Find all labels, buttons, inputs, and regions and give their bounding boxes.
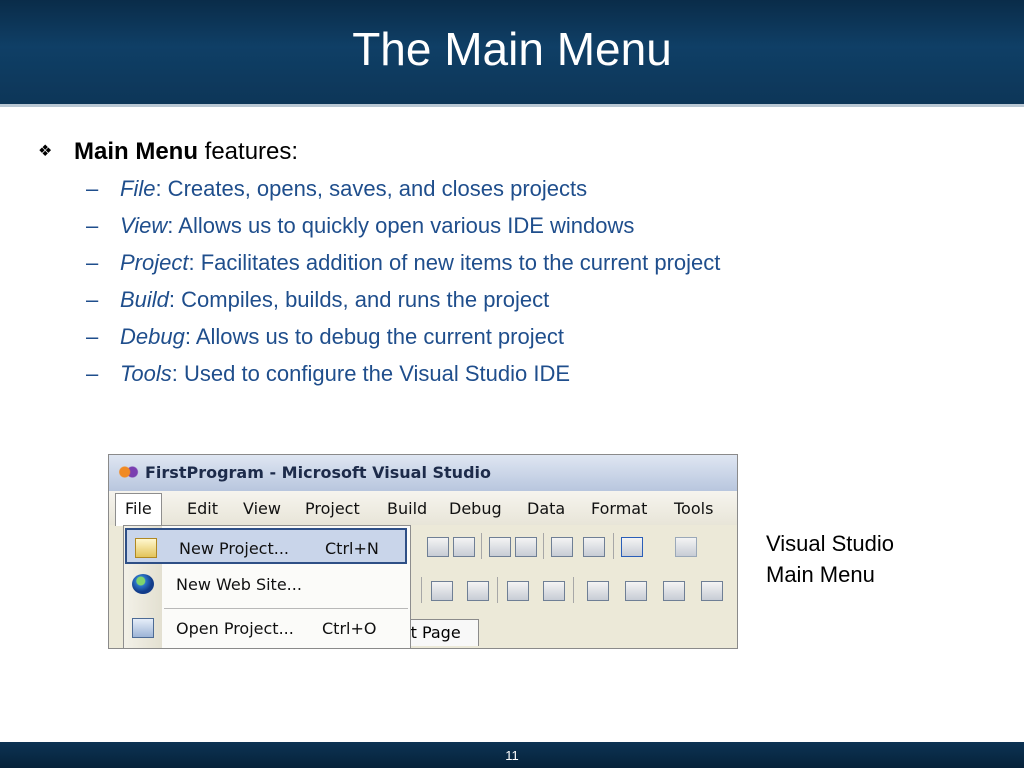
align-icon[interactable] [507, 581, 529, 601]
outdent-icon[interactable] [583, 537, 605, 557]
spacing-icon[interactable] [663, 581, 685, 601]
file-menu-dropdown: New Project... Ctrl+N New Web Site... Op… [123, 525, 411, 648]
dash-icon: – [86, 213, 99, 238]
main-bullet: ❖ Main Menu features: [38, 138, 298, 166]
menu-item-new-web-site[interactable]: New Web Site... [124, 566, 410, 602]
align-icon[interactable] [431, 581, 453, 601]
menu-separator [164, 608, 408, 609]
sub-bullet-view: – View: Allows us to quickly open various… [86, 213, 635, 238]
toolbar-separator [543, 533, 544, 559]
undo-icon[interactable] [621, 537, 643, 557]
sub-bullet-tools: – Tools: Used to configure the Visual Stu… [86, 361, 571, 386]
paste-icon[interactable] [453, 537, 475, 557]
copy-icon[interactable] [427, 537, 449, 557]
vs-menu-bar: File Edit View Project Build Debug Data … [109, 491, 737, 526]
globe-icon [132, 574, 154, 594]
visual-studio-screenshot: FirstProgram - Microsoft Visual Studio F… [108, 454, 738, 649]
vs-toolbar-top [407, 531, 737, 563]
toolbar-separator [613, 533, 614, 559]
sub-bullet-file: – File: Creates, opens, saves, and closes… [86, 176, 588, 201]
new-project-icon [135, 538, 157, 558]
find-icon[interactable] [489, 537, 511, 557]
menu-file[interactable]: File [115, 493, 162, 526]
menu-data[interactable]: Data [527, 499, 565, 518]
spacing-icon[interactable] [701, 581, 723, 601]
spacing-icon[interactable] [625, 581, 647, 601]
menu-format[interactable]: Format [591, 499, 647, 518]
sub-bullet-debug: – Debug: Allows us to debug the current p… [86, 324, 564, 349]
dash-icon: – [86, 250, 99, 275]
dash-icon: – [86, 361, 99, 386]
sub-bullet-build: – Build: Compiles, builds, and runs the p… [86, 287, 550, 312]
align-icon[interactable] [467, 581, 489, 601]
sub-bullet-project: – Project: Facilitates addition of new it… [86, 250, 721, 275]
align-icon[interactable] [543, 581, 565, 601]
slide-title: The Main Menu [352, 23, 672, 75]
toolbar-separator [497, 577, 498, 603]
menu-item-open-project[interactable]: Open Project... Ctrl+O [124, 610, 410, 646]
vs-window-title: FirstProgram - Microsoft Visual Studio [109, 455, 737, 491]
menu-view[interactable]: View [243, 499, 281, 518]
menu-edit[interactable]: Edit [187, 499, 218, 518]
spacing-icon[interactable] [587, 581, 609, 601]
screenshot-caption: Visual Studio Main Menu [766, 531, 895, 587]
visual-studio-logo-icon [117, 464, 139, 480]
page-number: 11 [505, 748, 519, 763]
redo-icon[interactable] [675, 537, 697, 557]
toolbar-separator [573, 577, 574, 603]
main-bullet-bold: Main Menu [74, 138, 198, 165]
toolbar-separator [481, 533, 482, 559]
dash-icon: – [86, 324, 99, 349]
menu-debug[interactable]: Debug [449, 499, 502, 518]
menu-tools[interactable]: Tools [674, 499, 713, 518]
menu-item-new-project[interactable]: New Project... Ctrl+N [125, 528, 407, 564]
open-project-icon [132, 618, 154, 638]
diamond-bullet-icon: ❖ [38, 143, 53, 160]
main-bullet-text: features: [198, 138, 299, 165]
menu-project[interactable]: Project [305, 499, 360, 518]
vs-toolbar-layout [407, 575, 737, 607]
search-icon[interactable] [515, 537, 537, 557]
toolbar-separator [421, 577, 422, 603]
dash-icon: – [86, 176, 99, 201]
sub-bullet-list: – File: Creates, opens, saves, and closes… [86, 176, 720, 398]
dash-icon: – [86, 287, 99, 312]
indent-icon[interactable] [551, 537, 573, 557]
menu-build[interactable]: Build [387, 499, 427, 518]
